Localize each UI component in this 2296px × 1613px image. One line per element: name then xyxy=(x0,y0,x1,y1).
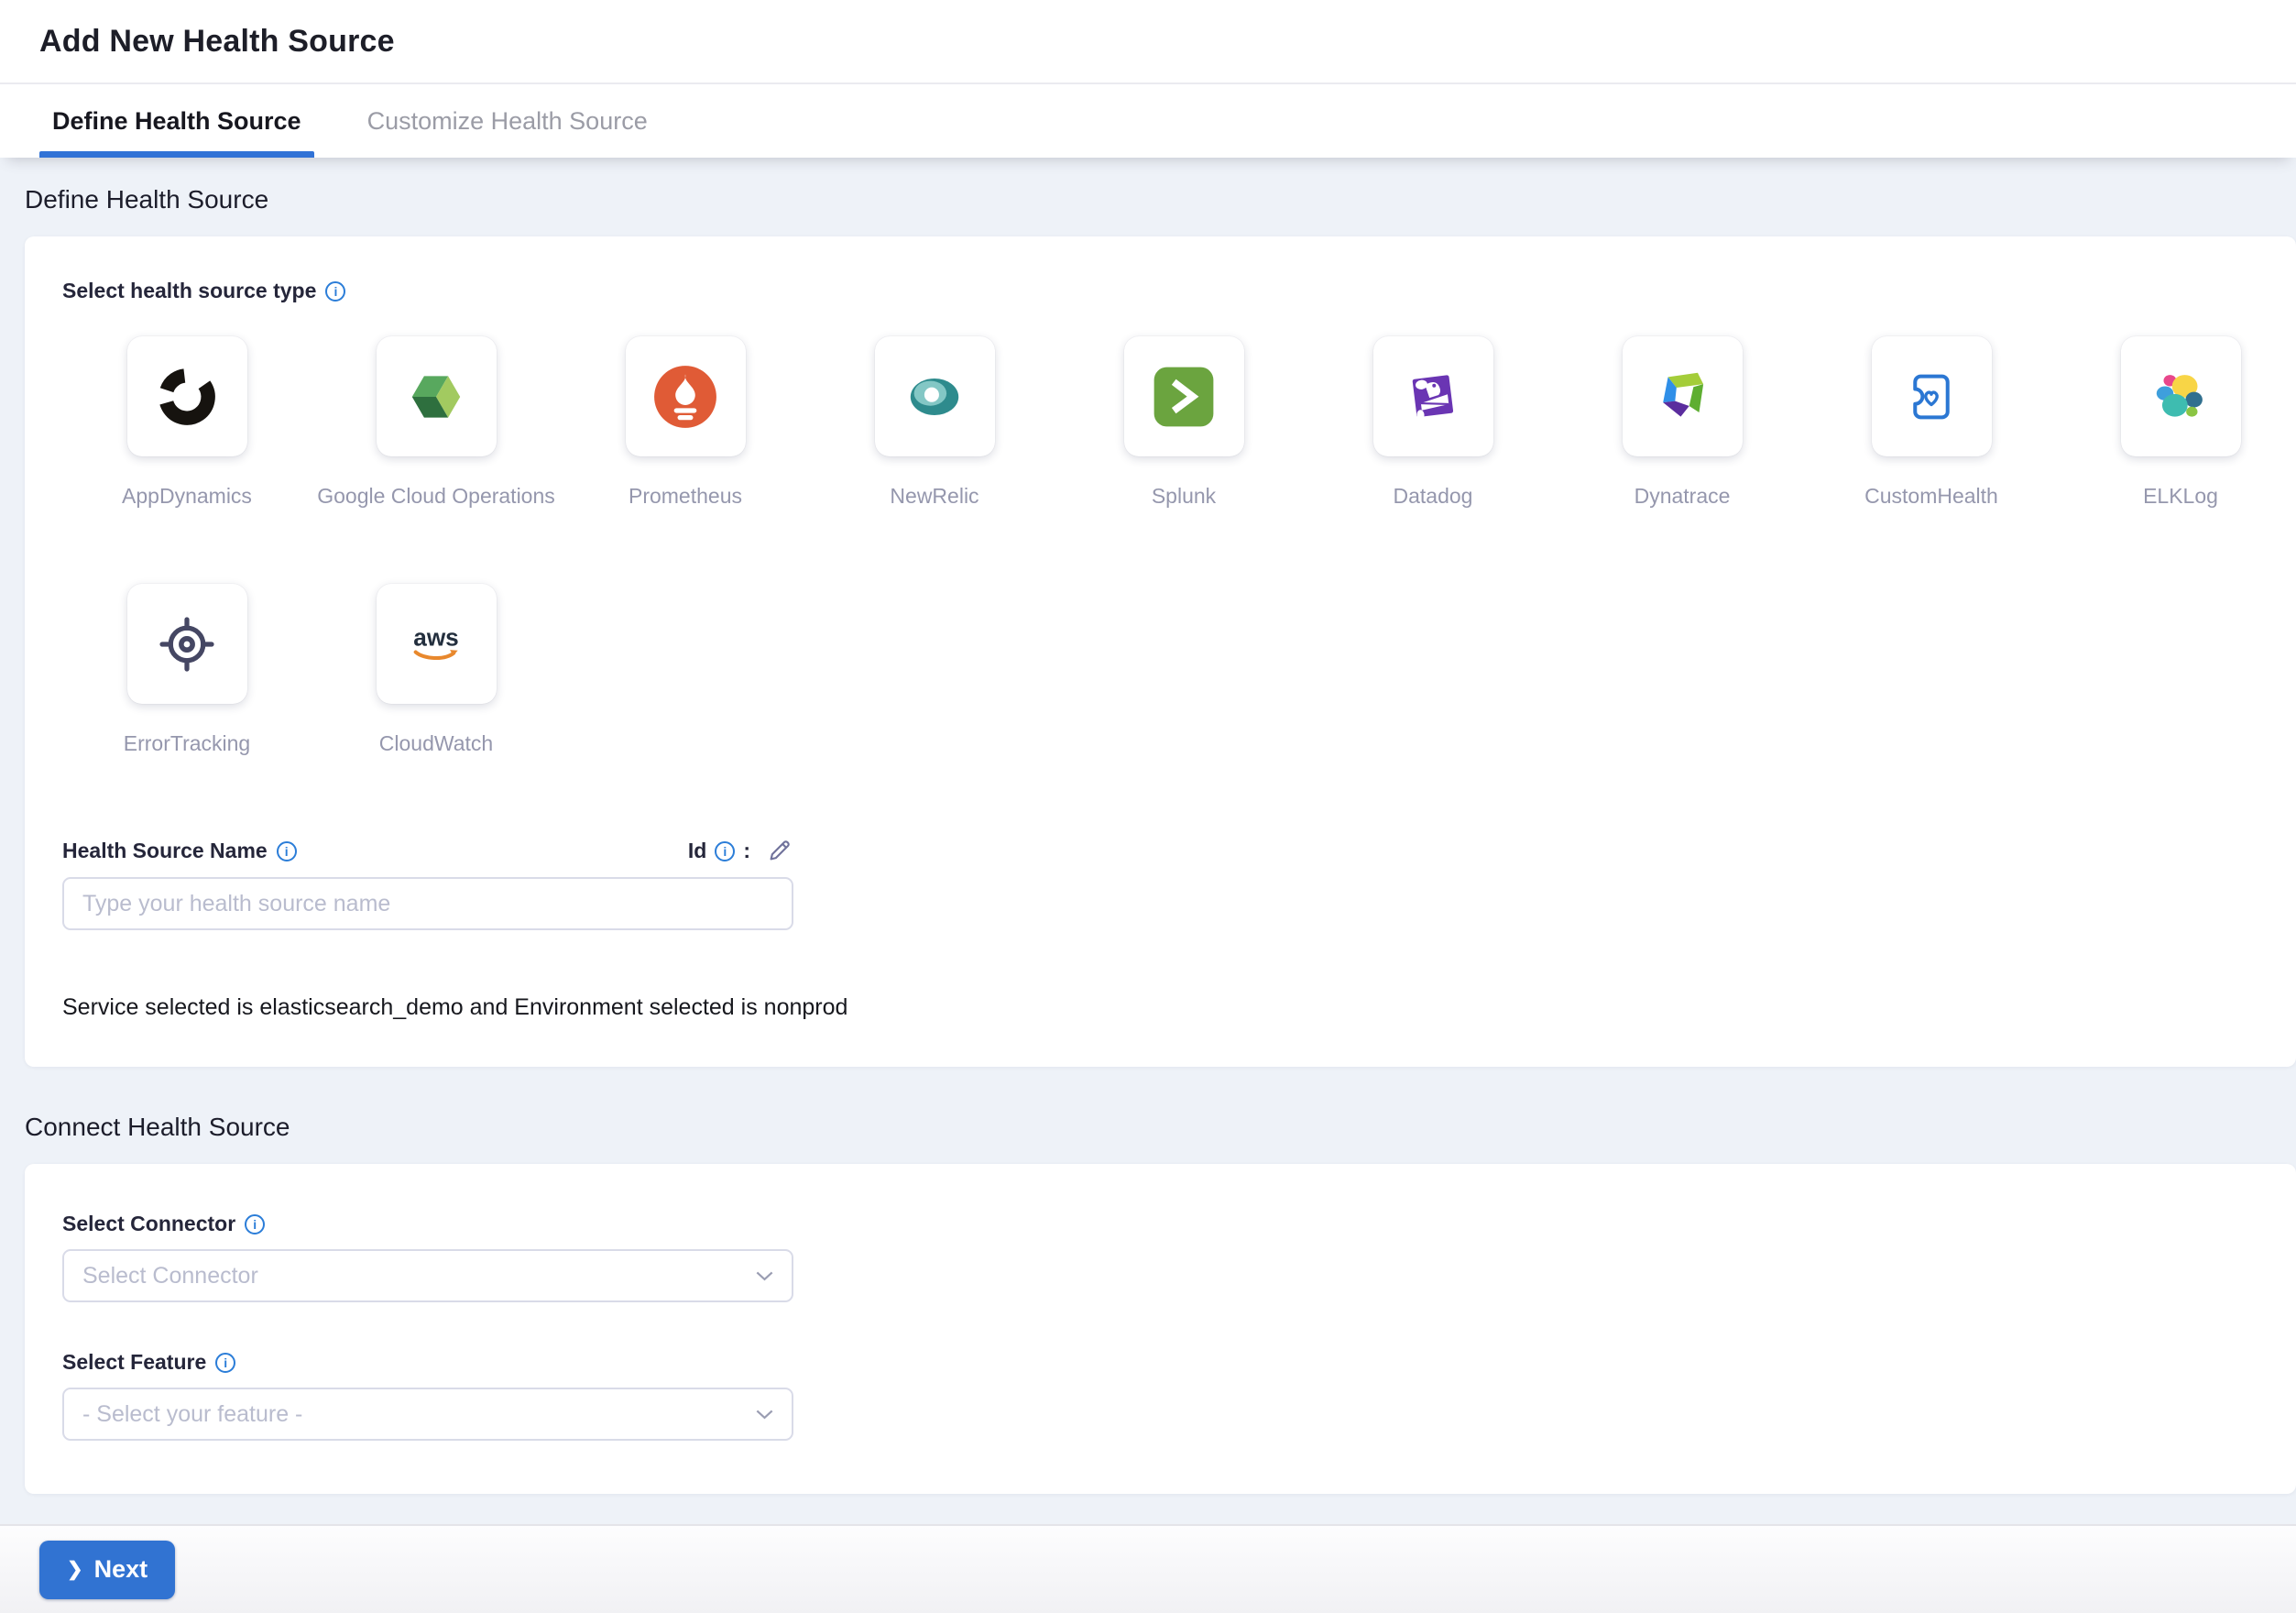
appdynamics-card[interactable] xyxy=(127,336,247,456)
main-content: Define Health Source Select health sourc… xyxy=(0,158,2296,1524)
tile-label: Dynatrace xyxy=(1635,484,1731,509)
elklog-icon xyxy=(2147,363,2214,431)
feature-select-placeholder: - Select your feature - xyxy=(82,1401,302,1428)
id-label: Id xyxy=(688,839,706,863)
next-button[interactable]: ❯ Next xyxy=(39,1541,175,1599)
page-title: Add New Health Source xyxy=(39,24,395,60)
tile-splunk: Splunk xyxy=(1059,336,1308,509)
health-source-type-grid: AppDynamics Google Cloud Operations xyxy=(62,336,2296,831)
define-section-heading: Define Health Source xyxy=(25,183,2296,216)
tile-label: CloudWatch xyxy=(379,731,493,756)
chevron-down-icon xyxy=(756,1271,773,1281)
select-type-label: Select health source type xyxy=(62,279,316,303)
tile-label: Prometheus xyxy=(629,484,742,509)
customhealth-icon xyxy=(1897,363,1965,431)
elklog-card[interactable] xyxy=(2121,336,2241,456)
tile-label: AppDynamics xyxy=(122,484,252,509)
prometheus-icon xyxy=(651,363,719,431)
connector-select-placeholder: Select Connector xyxy=(82,1263,258,1289)
datadog-icon xyxy=(1399,363,1467,431)
health-source-name-input[interactable] xyxy=(62,877,793,930)
select-feature-info-icon[interactable]: i xyxy=(215,1353,235,1373)
connect-health-source-card: Select Connector i Select Connector Sele… xyxy=(25,1164,2296,1494)
dynatrace-card[interactable] xyxy=(1623,336,1743,456)
next-button-label: Next xyxy=(94,1555,148,1584)
tile-prometheus: Prometheus xyxy=(561,336,810,509)
tile-dynatrace: Dynatrace xyxy=(1558,336,1807,509)
tile-errortracking: ErrorTracking xyxy=(62,584,312,756)
select-connector-label: Select Connector xyxy=(62,1212,235,1236)
newrelic-card[interactable] xyxy=(875,336,995,456)
splunk-icon xyxy=(1150,363,1218,431)
cloudwatch-aws-icon: aws xyxy=(402,610,470,678)
tab-customize-label: Customize Health Source xyxy=(367,107,648,136)
connector-select[interactable]: Select Connector xyxy=(62,1249,793,1302)
errortracking-icon xyxy=(153,610,221,678)
id-info-icon[interactable]: i xyxy=(715,841,735,861)
tile-label: ELKLog xyxy=(2143,484,2218,509)
footer-bar: ❯ Next xyxy=(0,1524,2296,1613)
svg-text:aws: aws xyxy=(413,623,459,651)
tile-newrelic: NewRelic xyxy=(810,336,1059,509)
define-health-source-card: Select health source type i AppDynamics xyxy=(25,236,2296,1067)
tile-elklog: ELKLog xyxy=(2056,336,2296,509)
tab-define-label: Define Health Source xyxy=(52,107,301,136)
feature-select[interactable]: - Select your feature - xyxy=(62,1388,793,1441)
tab-define-health-source[interactable]: Define Health Source xyxy=(39,84,314,158)
id-separator: : xyxy=(743,839,750,863)
select-type-info-icon[interactable]: i xyxy=(325,281,345,302)
tile-cloudwatch: aws CloudWatch xyxy=(312,584,561,756)
newrelic-icon xyxy=(901,363,968,431)
cloudwatch-card[interactable]: aws xyxy=(377,584,497,704)
splunk-card[interactable] xyxy=(1124,336,1244,456)
edit-pencil-icon xyxy=(766,837,793,864)
chevron-right-icon: ❯ xyxy=(67,1560,83,1579)
edit-id-button[interactable] xyxy=(766,837,793,864)
health-source-name-info-icon[interactable]: i xyxy=(277,841,297,861)
tile-appdynamics: AppDynamics xyxy=(62,336,312,509)
page-header: Add New Health Source xyxy=(0,0,2296,82)
prometheus-card[interactable] xyxy=(626,336,746,456)
tile-label: Google Cloud Operations xyxy=(317,484,555,509)
health-source-name-label: Health Source Name xyxy=(62,839,268,863)
tile-google-cloud-operations: Google Cloud Operations xyxy=(312,336,561,509)
tile-customhealth: CustomHealth xyxy=(1807,336,2056,509)
tile-label: Datadog xyxy=(1394,484,1473,509)
tile-label: NewRelic xyxy=(890,484,979,509)
service-environment-note: Service selected is elasticsearch_demo a… xyxy=(62,994,2296,1021)
tile-datadog: Datadog xyxy=(1308,336,1558,509)
errortracking-card[interactable] xyxy=(127,584,247,704)
appdynamics-icon xyxy=(153,363,221,431)
tile-label: Splunk xyxy=(1152,484,1216,509)
tab-customize-health-source[interactable]: Customize Health Source xyxy=(355,84,661,158)
select-feature-label: Select Feature xyxy=(62,1350,206,1375)
tile-label: CustomHealth xyxy=(1864,484,1998,509)
google-cloud-operations-icon xyxy=(402,363,470,431)
google-cloud-operations-card[interactable] xyxy=(377,336,497,456)
tile-label: ErrorTracking xyxy=(124,731,250,756)
customhealth-card[interactable] xyxy=(1872,336,1992,456)
datadog-card[interactable] xyxy=(1373,336,1493,456)
chevron-down-icon xyxy=(756,1410,773,1420)
dynatrace-icon xyxy=(1648,363,1716,431)
connect-section-heading: Connect Health Source xyxy=(25,1111,2296,1144)
select-connector-info-icon[interactable]: i xyxy=(245,1214,265,1234)
tab-bar: Define Health Source Customize Health So… xyxy=(0,82,2296,158)
